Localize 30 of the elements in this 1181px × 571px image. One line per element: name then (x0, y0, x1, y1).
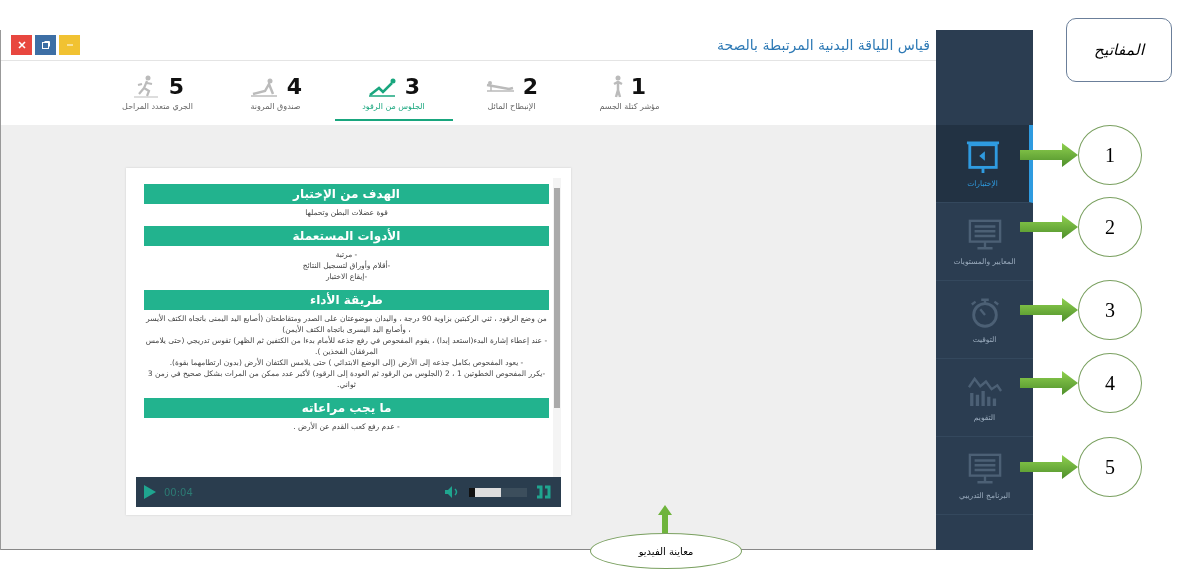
number-marker: 5 (1078, 437, 1142, 497)
window-title: قياس اللياقة البدنية المرتبطة بالصحة (716, 37, 930, 53)
number-marker: 3 (1078, 280, 1142, 340)
section-heading: الأدوات المستعملة (144, 226, 549, 246)
pointer-arrow (1020, 298, 1078, 322)
close-button[interactable] (11, 35, 32, 55)
pointer-arrow (1020, 143, 1078, 167)
pointer-arrow (1020, 371, 1078, 395)
section-heading: طريقة الأداء (144, 290, 549, 310)
legend-label: المفاتيح (1066, 18, 1172, 82)
video-callout: معاينة الفيديو (590, 533, 742, 569)
section-heading: ما يجب مراعاته (144, 398, 549, 418)
pointer-arrow (1020, 215, 1078, 239)
restore-button[interactable] (35, 35, 56, 55)
number-marker: 2 (1078, 197, 1142, 257)
scrollbar[interactable] (553, 178, 561, 477)
number-marker: 4 (1078, 353, 1142, 413)
volume-slider[interactable] (469, 487, 527, 497)
fullscreen-icon[interactable] (535, 485, 553, 499)
restore-icon (40, 40, 51, 50)
play-icon[interactable] (144, 485, 156, 499)
pointer-arrow (658, 505, 672, 533)
section-heading: الهدف من الإختبار (144, 184, 549, 204)
number-marker: 1 (1078, 125, 1142, 185)
video-time: 00:04 (164, 486, 193, 498)
pointer-arrow (1020, 455, 1078, 479)
minimize-icon (64, 43, 75, 47)
person-icon (612, 74, 623, 98)
pushup-icon (484, 80, 515, 92)
close-icon (16, 40, 27, 50)
